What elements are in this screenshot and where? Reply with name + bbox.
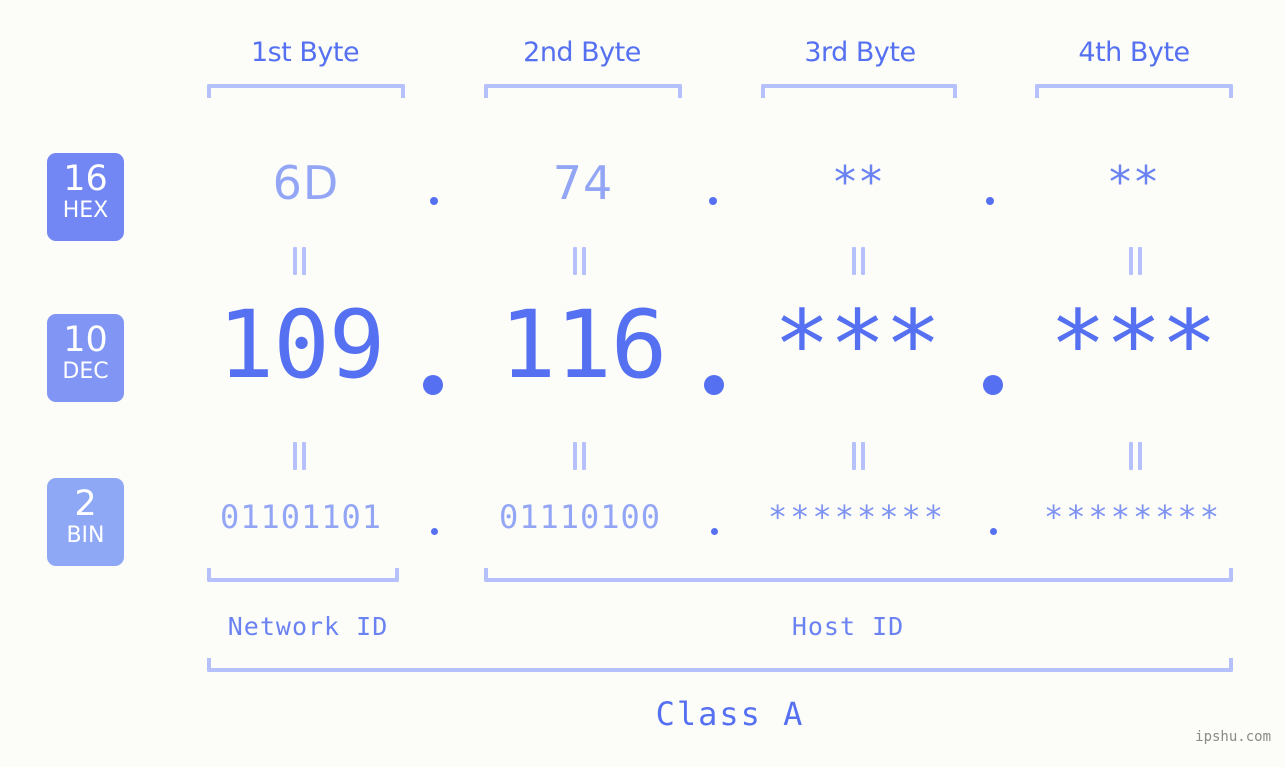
dec-dot-separator-2	[704, 375, 724, 395]
equals-icon-hex-dec-2	[573, 247, 586, 275]
byte-bracket-3	[761, 84, 957, 98]
class-label: Class A	[655, 695, 805, 733]
watermark: ipshu.com	[1195, 729, 1271, 745]
bin-value-byte-4: ********	[1043, 498, 1223, 536]
base-badge-bin-number: 2	[74, 484, 97, 524]
hex-dot-separator-1	[430, 197, 438, 205]
equals-icon-hex-dec-1	[293, 247, 306, 275]
dec-value-byte-3: ***	[773, 291, 942, 400]
dec-value-byte-4: ***	[1049, 291, 1218, 400]
equals-icon-dec-bin-2	[573, 442, 586, 470]
hex-dot-separator-3	[986, 197, 994, 205]
hex-value-byte-3: **	[834, 157, 886, 208]
base-badge-dec-label: DEC	[62, 359, 109, 384]
byte-header-4: 4th Byte	[1078, 37, 1190, 68]
byte-header-1: 1st Byte	[250, 37, 360, 68]
base-badge-dec: 10 DEC	[47, 314, 124, 402]
bin-dot-separator-1	[431, 528, 438, 535]
byte-bracket-1	[207, 84, 405, 98]
byte-header-2: 2nd Byte	[523, 37, 641, 68]
dec-dot-separator-3	[983, 375, 1003, 395]
base-badge-bin-label: BIN	[66, 523, 105, 548]
host-id-bracket	[484, 568, 1233, 582]
bin-value-byte-3: ********	[767, 498, 947, 536]
bin-value-byte-1: 01101101	[219, 498, 383, 536]
bin-dot-separator-3	[990, 528, 997, 535]
hex-dot-separator-2	[709, 197, 717, 205]
equals-icon-hex-dec-4	[1129, 247, 1142, 275]
equals-icon-hex-dec-3	[852, 247, 865, 275]
bin-value-byte-2: 01110100	[498, 498, 662, 536]
equals-icon-dec-bin-4	[1129, 442, 1142, 470]
hex-value-byte-1: 6D	[272, 156, 340, 210]
equals-icon-dec-bin-3	[852, 442, 865, 470]
dec-value-byte-1: 109	[217, 291, 386, 400]
base-badge-hex-number: 16	[63, 159, 108, 199]
ip-byte-breakdown-diagram: 1st Byte 2nd Byte 3rd Byte 4th Byte 16 H…	[0, 0, 1285, 767]
hex-value-byte-2: 74	[552, 156, 614, 210]
host-id-label: Host ID	[791, 612, 905, 641]
base-badge-hex-label: HEX	[62, 198, 109, 223]
hex-value-byte-4: **	[1109, 157, 1161, 208]
byte-bracket-2	[484, 84, 682, 98]
network-id-label: Network ID	[227, 612, 389, 641]
bin-dot-separator-2	[711, 528, 718, 535]
byte-bracket-4	[1035, 84, 1233, 98]
base-badge-bin: 2 BIN	[47, 478, 124, 566]
network-id-bracket	[207, 568, 399, 582]
dec-value-byte-2: 116	[499, 291, 668, 400]
base-badge-hex: 16 HEX	[47, 153, 124, 241]
byte-header-3: 3rd Byte	[804, 37, 916, 68]
equals-icon-dec-bin-1	[293, 442, 306, 470]
class-bracket	[207, 658, 1233, 672]
base-badge-dec-number: 10	[63, 320, 108, 360]
dec-dot-separator-1	[423, 375, 443, 395]
